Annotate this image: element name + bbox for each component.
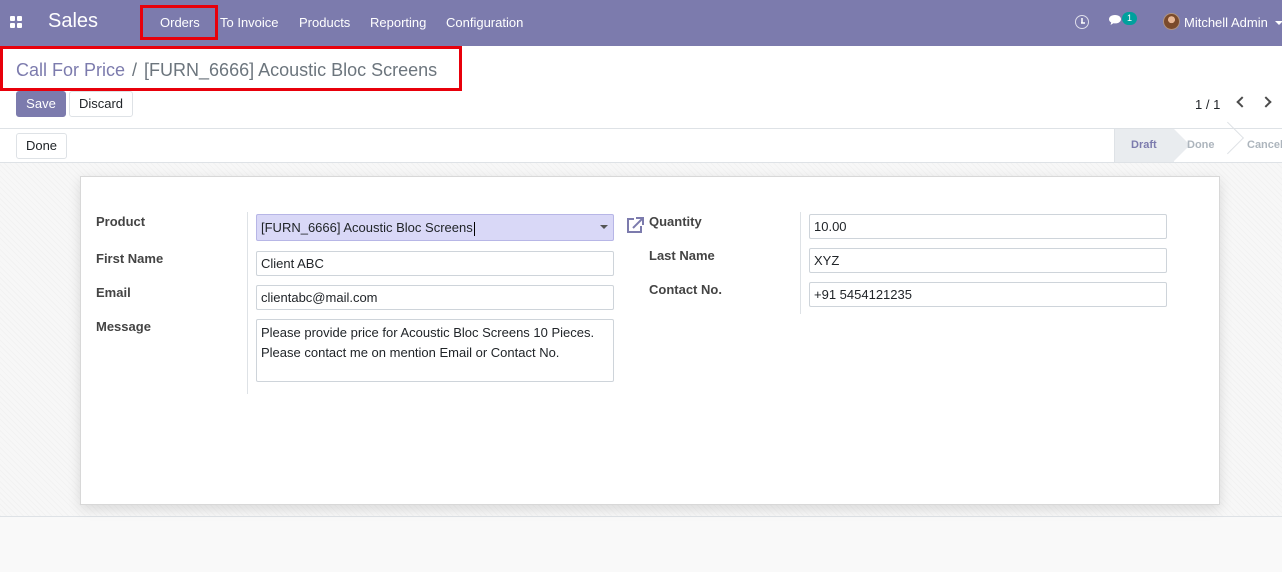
apps-grid-icon[interactable] bbox=[10, 16, 23, 29]
menu-item-reporting[interactable]: Reporting bbox=[370, 15, 426, 30]
first-name-label: First Name bbox=[96, 251, 164, 266]
product-value: [FURN_6666] Acoustic Bloc Screens bbox=[261, 220, 473, 235]
stage-draft[interactable]: Draft bbox=[1114, 129, 1190, 162]
save-button[interactable]: Save bbox=[16, 91, 66, 117]
last-name-label: Last Name bbox=[649, 248, 715, 263]
app-title[interactable]: Sales bbox=[48, 10, 98, 33]
quantity-label: Quantity bbox=[649, 214, 702, 229]
stage-done[interactable]: Done bbox=[1187, 129, 1215, 162]
chat-count-badge: 1 bbox=[1122, 12, 1137, 25]
email-label: Email bbox=[96, 285, 131, 300]
pager-value[interactable]: 1 / 1 bbox=[1195, 97, 1220, 112]
last-name-field[interactable]: XYZ bbox=[809, 248, 1167, 273]
text-cursor bbox=[473, 221, 475, 236]
status-bar: Done Draft Done Cancel bbox=[0, 129, 1282, 163]
product-label: Product bbox=[96, 214, 146, 229]
done-button[interactable]: Done bbox=[16, 133, 67, 159]
external-link-icon[interactable] bbox=[625, 216, 645, 234]
clock-icon[interactable] bbox=[1075, 15, 1089, 29]
stage-divider bbox=[1224, 130, 1236, 161]
product-select[interactable]: [FURN_6666] Acoustic Bloc Screens bbox=[256, 214, 614, 241]
menu-item-products[interactable]: Products bbox=[299, 15, 350, 30]
chevron-down-icon[interactable] bbox=[600, 225, 608, 229]
stage-cancel[interactable]: Cancel bbox=[1247, 129, 1282, 162]
menu-item-configuration[interactable]: Configuration bbox=[446, 15, 523, 30]
first-name-field[interactable]: Client ABC bbox=[256, 251, 614, 276]
contact-no-field[interactable]: +91 5454121235 bbox=[809, 282, 1167, 307]
breadcrumb-highlight-box bbox=[0, 46, 462, 91]
avatar[interactable] bbox=[1163, 13, 1180, 30]
quantity-field[interactable]: 10.00 bbox=[809, 214, 1167, 239]
discard-button[interactable]: Discard bbox=[69, 91, 133, 117]
orders-highlight-box bbox=[140, 5, 218, 40]
chevron-down-icon[interactable] bbox=[1275, 21, 1282, 25]
message-label: Message bbox=[96, 319, 151, 334]
user-menu[interactable]: Mitchell Admin bbox=[1184, 15, 1268, 30]
chevron-left-icon[interactable] bbox=[1236, 96, 1248, 108]
menu-item-to-invoice[interactable]: To Invoice bbox=[220, 15, 279, 30]
contact-no-label: Contact No. bbox=[649, 282, 722, 297]
right-group-divider bbox=[800, 212, 801, 314]
message-textarea[interactable]: Please provide price for Acoustic Bloc S… bbox=[256, 319, 614, 382]
chevron-right-icon[interactable] bbox=[1260, 96, 1272, 108]
left-group-divider bbox=[247, 212, 248, 394]
email-field[interactable]: clientabc@mail.com bbox=[256, 285, 614, 310]
